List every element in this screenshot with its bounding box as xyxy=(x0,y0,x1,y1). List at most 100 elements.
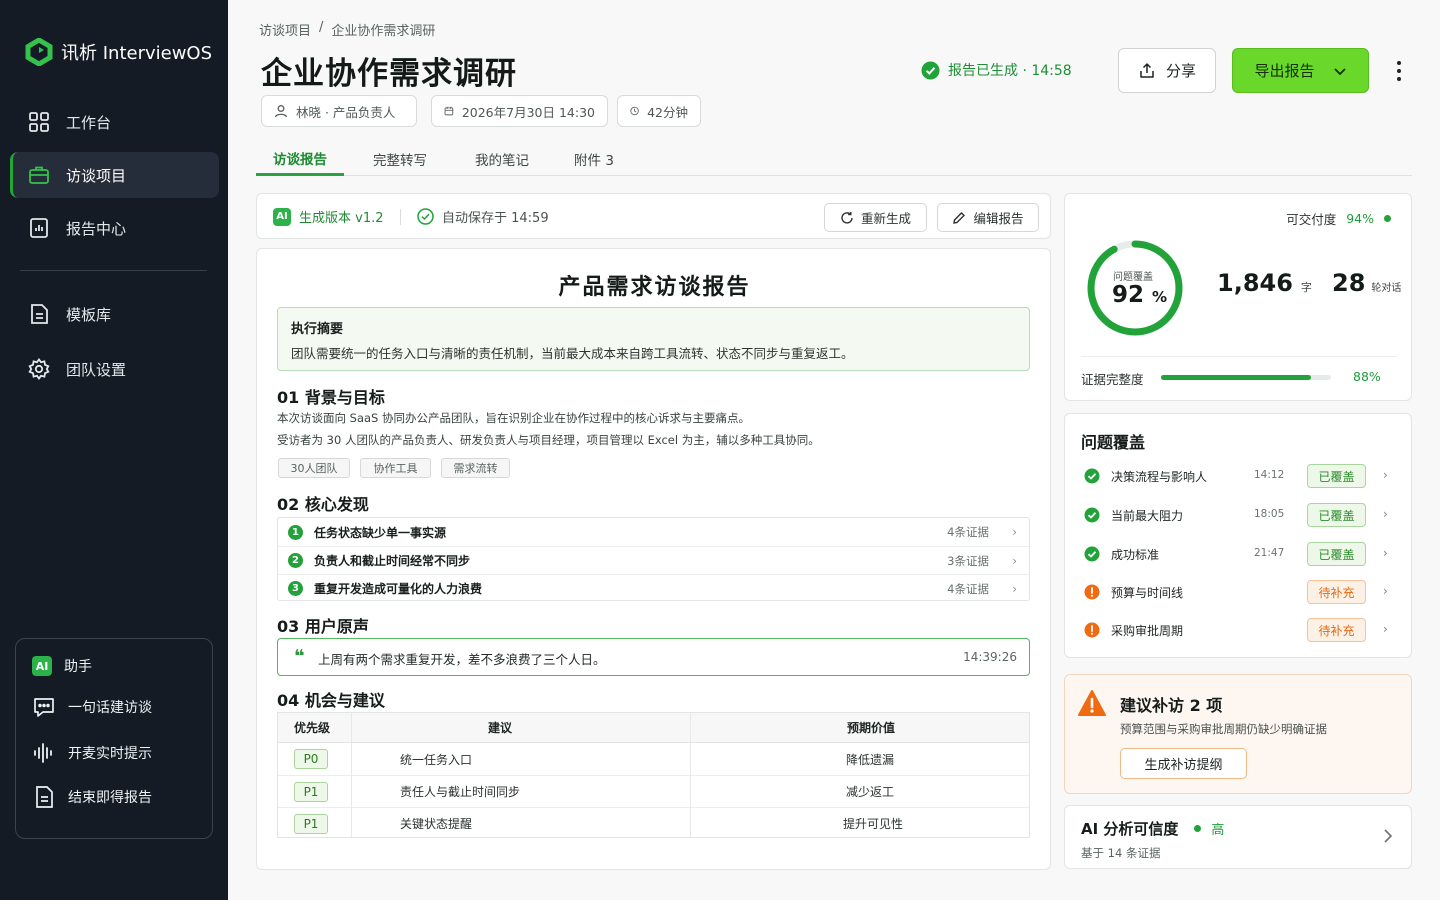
assistant-header: AI 助手 xyxy=(32,656,92,676)
coverage-title: 问题覆盖 xyxy=(1081,433,1146,452)
chevron-right-icon: › xyxy=(1383,507,1388,521)
deliverability-value: 94% xyxy=(1346,211,1374,226)
report-tabs: 访谈报告 完整转写 我的笔记 附件 3 xyxy=(256,142,1412,176)
edit-report-button[interactable]: 编辑报告 xyxy=(937,203,1039,232)
logo-icon xyxy=(25,38,53,66)
duration-chip: 42分钟 xyxy=(617,95,701,127)
section-quote-heading: 03 用户原声 xyxy=(277,617,369,636)
chevron-right-icon: › xyxy=(1012,581,1017,596)
generate-outline-button[interactable]: 生成补访提纲 xyxy=(1120,748,1247,779)
date-chip: 2026年7月30日 14:30 xyxy=(431,95,608,127)
finding-text: 重复开发造成可量化的人力浪费 xyxy=(314,582,483,596)
export-report-button[interactable]: 导出报告 xyxy=(1232,48,1369,93)
quote-timestamp[interactable]: 14:39:26 xyxy=(963,650,1017,664)
table-row: P1 关键状态提醒 提升可见性 xyxy=(278,807,1029,839)
word-count-value: 1,846 xyxy=(1217,269,1293,297)
finding-item[interactable]: 2 负责人和截止时间经常不同步 3条证据 › xyxy=(278,546,1029,574)
report-document: 产品需求访谈报告 执行摘要 团队需要统一的任务入口与清晰的责任机制，当前最大成本… xyxy=(256,248,1051,870)
sidebar-item-label: 工作台 xyxy=(66,113,112,132)
status-dot xyxy=(1384,215,1391,222)
clock-icon xyxy=(630,106,639,116)
coverage-item[interactable]: 决策流程与影响人 14:12 已覆盖 › xyxy=(1065,457,1411,495)
sidebar-item-reports[interactable]: 报告中心 xyxy=(10,205,219,251)
turn-count-value: 28 xyxy=(1332,269,1366,297)
coverage-card: 问题覆盖 决策流程与影响人 14:12 已覆盖 › 当前最大阻力 18:05 已覆盖 › 成功标… xyxy=(1064,413,1412,658)
table-row: P1 责任人与截止时间同步 减少返工 xyxy=(278,775,1029,807)
gear-icon xyxy=(28,358,50,380)
coverage-status-badge: 已覆盖 xyxy=(1307,542,1366,566)
check-circle-outline-icon xyxy=(417,208,434,225)
turn-count-unit: 轮对话 xyxy=(1371,283,1402,294)
executive-summary: 执行摘要 团队需要统一的任务入口与清晰的责任机制，当前最大成本来自跨工具流转、状… xyxy=(277,307,1030,371)
finding-number: 3 xyxy=(288,581,303,596)
section-opportunities-heading: 04 机会与建议 xyxy=(277,691,385,710)
followup-card: 建议补访 2 项 预算范围与采购审批周期仍缺少明确证据 生成补访提纲 xyxy=(1064,674,1412,794)
check-circle-icon xyxy=(921,61,940,79)
user-icon xyxy=(274,105,288,118)
app-logo[interactable]: 讯析 InterviewOS xyxy=(25,38,212,66)
column-header: 建议 xyxy=(488,721,513,735)
sidebar-item-workbench[interactable]: 工作台 xyxy=(10,99,219,145)
coverage-item[interactable]: 采购审批周期 待补充 › xyxy=(1065,611,1411,649)
sidebar-item-projects[interactable]: 访谈项目 xyxy=(10,152,219,198)
breadcrumb-link[interactable]: 访谈项目 xyxy=(259,20,311,39)
evidence-count: 3条证据 xyxy=(947,553,989,568)
document-icon xyxy=(31,304,48,324)
divider xyxy=(1081,356,1397,357)
tab-full-transcript[interactable]: 完整转写 xyxy=(356,142,444,176)
tab-my-notes[interactable]: 我的笔记 xyxy=(458,142,546,176)
toolbar-divider xyxy=(400,209,401,225)
column-header: 优先级 xyxy=(294,721,331,735)
assistant-item-live-hints[interactable]: 开麦实时提示 xyxy=(32,741,152,765)
coverage-item[interactable]: 当前最大阻力 18:05 已覆盖 › xyxy=(1065,496,1411,534)
coverage-label: 问题覆盖 xyxy=(1113,272,1153,283)
value-cell: 减少返工 xyxy=(846,785,895,799)
regenerate-button[interactable]: 重新生成 xyxy=(824,203,927,232)
coverage-item-time: 18:05 xyxy=(1254,508,1285,520)
assistant-item-instant-report[interactable]: 结束即得报告 xyxy=(32,785,152,809)
tag: 需求流转 xyxy=(441,458,510,478)
summary-heading: 执行摘要 xyxy=(291,322,344,337)
share-button[interactable]: 分享 xyxy=(1118,48,1216,93)
finding-item[interactable]: 1 任务状态缺少单一事实源 4条证据 › xyxy=(278,518,1029,546)
column-divider xyxy=(690,713,691,837)
evidence-label: 证据完整度 xyxy=(1081,372,1144,387)
refresh-icon xyxy=(841,211,853,224)
more-menu-icon[interactable] xyxy=(1389,58,1409,84)
ai-confidence-card[interactable]: AI 分析可信度 高 基于 14 条证据 xyxy=(1064,805,1412,869)
tab-attachments[interactable]: 附件 3 xyxy=(552,142,636,176)
share-label: 分享 xyxy=(1165,63,1196,80)
finding-item[interactable]: 3 重复开发造成可量化的人力浪费 4条证据 › xyxy=(278,574,1029,602)
stats-card: 可交付度 94% 问题覆盖 92 % 1,846 字 28 轮对话 证据完整度 … xyxy=(1064,193,1412,401)
document-icon xyxy=(36,786,53,808)
app-name: 讯析 InterviewOS xyxy=(61,43,213,64)
ai-confidence-level: 高 xyxy=(1211,823,1225,838)
evidence-count: 4条证据 xyxy=(947,581,989,596)
assistant-item-quick-interview[interactable]: 一句话建访谈 xyxy=(32,695,152,719)
quote-mark-icon: ❝ xyxy=(294,646,305,667)
coverage-status-badge: 已覆盖 xyxy=(1307,503,1366,527)
tab-interview-report[interactable]: 访谈报告 xyxy=(256,142,344,176)
table-header: 优先级 建议 预期价值 xyxy=(278,713,1029,743)
coverage-item-name: 预算与时间线 xyxy=(1111,586,1184,600)
sidebar-item-templates[interactable]: 模板库 xyxy=(10,291,219,337)
value-cell: 降低遗漏 xyxy=(846,752,895,767)
coverage-item[interactable]: 预算与时间线 待补充 › xyxy=(1065,573,1411,611)
breadcrumb: 访谈项目 / 企业协作需求调研 xyxy=(259,20,435,39)
autosave-info: 自动保存于 14:59 xyxy=(417,207,549,226)
user-quote[interactable]: ❝ 上周有两个需求重复开发，差不多浪费了三个人日。 14:39:26 xyxy=(277,638,1030,676)
grid-icon xyxy=(29,112,49,132)
finding-number: 1 xyxy=(288,524,303,540)
section-background-heading: 01 背景与目标 xyxy=(277,388,385,407)
chevron-right-icon: › xyxy=(1383,622,1388,636)
report-title: 产品需求访谈报告 xyxy=(558,275,751,300)
chevron-right-icon: › xyxy=(1383,546,1388,560)
check-circle-icon xyxy=(1084,468,1100,484)
coverage-value: 92 % xyxy=(1112,282,1168,308)
priority-badge: P1 xyxy=(294,781,328,802)
suggestion-cell: 统一任务入口 xyxy=(400,752,473,767)
assistant-item-label: 开麦实时提示 xyxy=(68,746,152,762)
sidebar-item-team-settings[interactable]: 团队设置 xyxy=(10,346,219,392)
coverage-item[interactable]: 成功标准 21:47 已覆盖 › xyxy=(1065,535,1411,573)
coverage-item-name: 决策流程与影响人 xyxy=(1111,470,1208,484)
